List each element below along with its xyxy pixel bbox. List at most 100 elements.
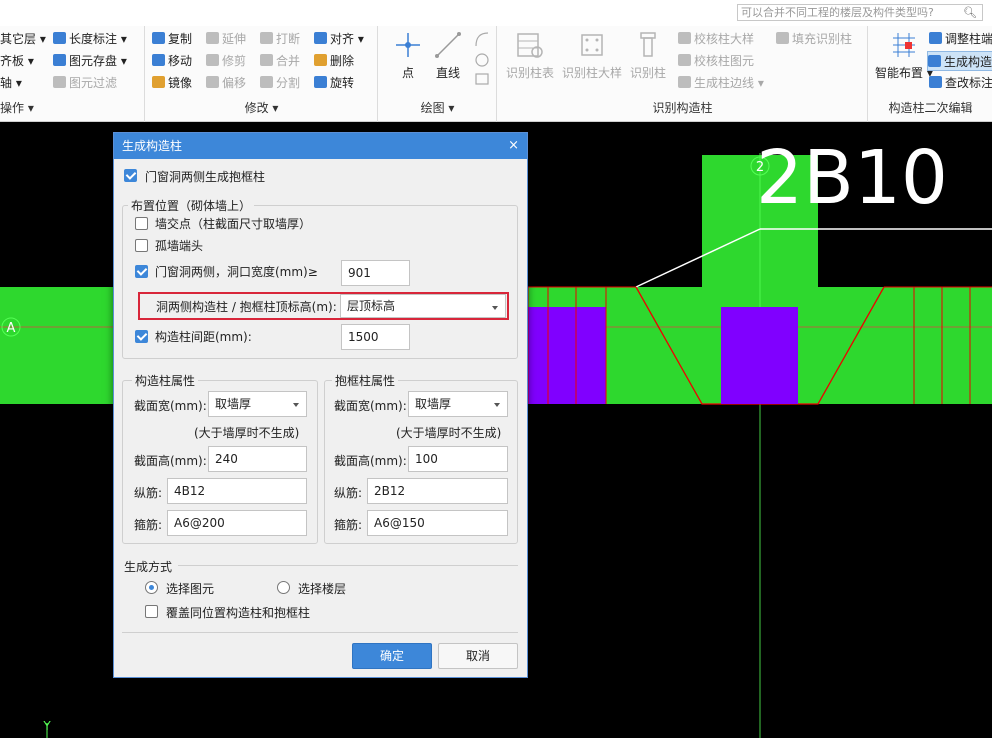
- bk-properties-title: 抱框柱属性: [332, 372, 399, 389]
- opening-sides-label: 门窗洞两侧，洞口宽度(mm)≥: [155, 265, 318, 279]
- axis-button[interactable]: 轴 ▾: [0, 73, 22, 93]
- generate-column-dialog: 生成构造柱 × 门窗洞两侧生成抱框柱 布置位置（砌体墙上） 墙交点（柱截面尺寸取…: [113, 132, 528, 678]
- split-button[interactable]: 分割: [260, 73, 300, 93]
- gen-frame-column-checkbox[interactable]: [124, 169, 137, 182]
- bk-long-rebar-input[interactable]: 2B12: [367, 478, 508, 504]
- spacing-checkbox[interactable]: [135, 330, 148, 343]
- ribbon-group-modify: 复制 移动 镜像 延伸 修剪 偏移 打断 合并 分割 对齐 ▾ 删除 旋转 修改…: [146, 26, 378, 122]
- gen-column-edge-button[interactable]: 生成柱边线 ▾: [678, 73, 764, 93]
- gz-width-label: 截面宽(mm):: [134, 399, 207, 413]
- wall-cross-checkbox[interactable]: [135, 217, 148, 230]
- isolated-end-label: 孤墙端头: [155, 239, 204, 253]
- rebar-label: 2B10: [756, 135, 948, 221]
- gz-width-select[interactable]: 取墙厚: [208, 391, 307, 417]
- close-icon[interactable]: ×: [508, 133, 519, 159]
- overwrite-label: 覆盖同位置构造柱和抱框柱: [166, 606, 311, 620]
- trim-button[interactable]: 修剪: [206, 51, 246, 71]
- align-button[interactable]: 对齐 ▾: [314, 29, 364, 49]
- dialog-title: 生成构造柱: [122, 139, 183, 153]
- move-icon: [152, 54, 165, 66]
- method-title: 生成方式: [124, 560, 173, 574]
- gen-constructional-column-button[interactable]: 生成构造: [927, 51, 992, 71]
- other-floor-button[interactable]: 其它层 ▾: [0, 29, 46, 49]
- ribbon-group-operate: 其它层 ▾ 齐板 ▾ 轴 ▾ 长度标注 ▾ 图元存盘 ▾ 图元过滤 操作 ▾: [0, 26, 145, 122]
- bk-stirrup-label: 箍筋:: [334, 518, 363, 532]
- bk-stirrup-input[interactable]: A6@150: [367, 510, 508, 536]
- search-placeholder: 可以合并不同工程的楼层及构件类型吗?: [741, 6, 934, 19]
- bk-height-input[interactable]: 100: [408, 446, 508, 472]
- column-table-icon: [517, 33, 543, 58]
- group-label-recognize: 识别构造柱: [652, 101, 713, 115]
- check-detail-icon: [678, 32, 691, 44]
- smart-layout-button[interactable]: 智能布置 ▾: [875, 30, 933, 81]
- copy-button[interactable]: 复制: [152, 29, 192, 49]
- column-center: [721, 307, 798, 404]
- top-elevation-select[interactable]: 层顶标高: [340, 294, 506, 318]
- overwrite-checkbox[interactable]: [145, 605, 158, 618]
- group-label-edit: 构造柱二次编辑: [888, 101, 973, 115]
- gen-frame-column-label: 门窗洞两侧生成抱框柱: [145, 170, 266, 184]
- fill-recognize-column-button[interactable]: 填充识别柱: [776, 29, 852, 49]
- annotation-icon: [929, 76, 942, 88]
- offset-icon: [206, 76, 219, 88]
- gz-stirrup-input[interactable]: A6@200: [167, 510, 307, 536]
- rotate-button[interactable]: 旋转: [314, 73, 354, 93]
- pick-floor-radio[interactable]: [277, 581, 290, 594]
- recognize-column-button[interactable]: 识别柱: [630, 30, 666, 81]
- align-floor-button[interactable]: 齐板 ▾: [0, 51, 34, 71]
- grid-label-a: A: [7, 321, 16, 336]
- extend-button[interactable]: 延伸: [206, 29, 246, 49]
- check-column-detail-button[interactable]: 校核柱大样: [678, 29, 754, 49]
- mirror-button[interactable]: 镜像: [152, 73, 192, 93]
- break-button[interactable]: 打断: [260, 29, 300, 49]
- merge-icon: [260, 54, 273, 66]
- search-input[interactable]: 可以合并不同工程的楼层及构件类型吗? 🔍︎: [737, 4, 983, 21]
- align-icon: [314, 32, 327, 44]
- ok-button[interactable]: 确定: [352, 643, 432, 669]
- save-element-icon: [53, 54, 66, 66]
- opening-width-input[interactable]: 901: [341, 260, 410, 286]
- pick-element-radio[interactable]: [145, 581, 158, 594]
- point-button[interactable]: 点: [393, 30, 423, 81]
- recognize-column-detail-button[interactable]: 识别柱大样: [562, 30, 622, 81]
- move-button[interactable]: 移动: [152, 51, 192, 71]
- placement-group-title: 布置位置（砌体墙上）: [128, 197, 255, 214]
- check-column-element-button[interactable]: 校核柱图元: [678, 51, 754, 71]
- gz-long-rebar-input[interactable]: 4B12: [167, 478, 307, 504]
- bk-long-rebar-label: 纵筋:: [334, 486, 363, 500]
- bk-width-note: (大于墙厚时不生成): [396, 426, 502, 440]
- split-icon: [260, 76, 273, 88]
- length-dim-button[interactable]: 长度标注 ▾: [53, 29, 127, 49]
- line-button[interactable]: 直线: [433, 30, 463, 81]
- bk-height-label: 截面高(mm):: [334, 454, 407, 468]
- check-annotation-button[interactable]: 查改标注: [929, 73, 992, 93]
- gz-height-input[interactable]: 240: [208, 446, 307, 472]
- gen-column-icon: [928, 55, 941, 67]
- break-icon: [260, 32, 273, 44]
- save-element-button[interactable]: 图元存盘 ▾: [53, 51, 127, 71]
- merge-button[interactable]: 合并: [260, 51, 300, 71]
- spacing-input[interactable]: 1500: [341, 324, 410, 350]
- extend-icon: [206, 32, 219, 44]
- search-icon[interactable]: 🔍︎: [963, 5, 977, 20]
- pick-floor-label: 选择楼层: [298, 582, 347, 596]
- footer-divider: [122, 632, 518, 633]
- column-icon: [640, 32, 656, 57]
- mirror-icon: [152, 76, 165, 88]
- gz-properties-title: 构造柱属性: [132, 372, 199, 389]
- filter-icon: [53, 76, 66, 88]
- axis-y-label: Y: [42, 719, 51, 733]
- arc-tools-icon: [475, 32, 489, 85]
- adjust-column-end-button[interactable]: 调整柱端: [929, 29, 992, 49]
- offset-button[interactable]: 偏移: [206, 73, 246, 93]
- title-bar: 可以合并不同工程的楼层及构件类型吗? 🔍︎: [0, 0, 992, 26]
- ribbon-group-edit: 智能布置 ▾ 调整柱端 生成构造 查改标注 构造柱二次编辑: [869, 26, 992, 122]
- cancel-button[interactable]: 取消: [438, 643, 518, 669]
- isolated-end-checkbox[interactable]: [135, 239, 148, 252]
- opening-sides-checkbox[interactable]: [135, 265, 148, 278]
- delete-button[interactable]: 删除: [314, 51, 354, 71]
- recognize-column-table-button[interactable]: 识别柱表: [506, 30, 554, 81]
- top-elevation-label: 洞两侧构造柱 / 抱框柱顶标高(m):: [156, 300, 337, 314]
- element-filter-button[interactable]: 图元过滤: [53, 73, 117, 93]
- bk-width-select[interactable]: 取墙厚: [408, 391, 508, 417]
